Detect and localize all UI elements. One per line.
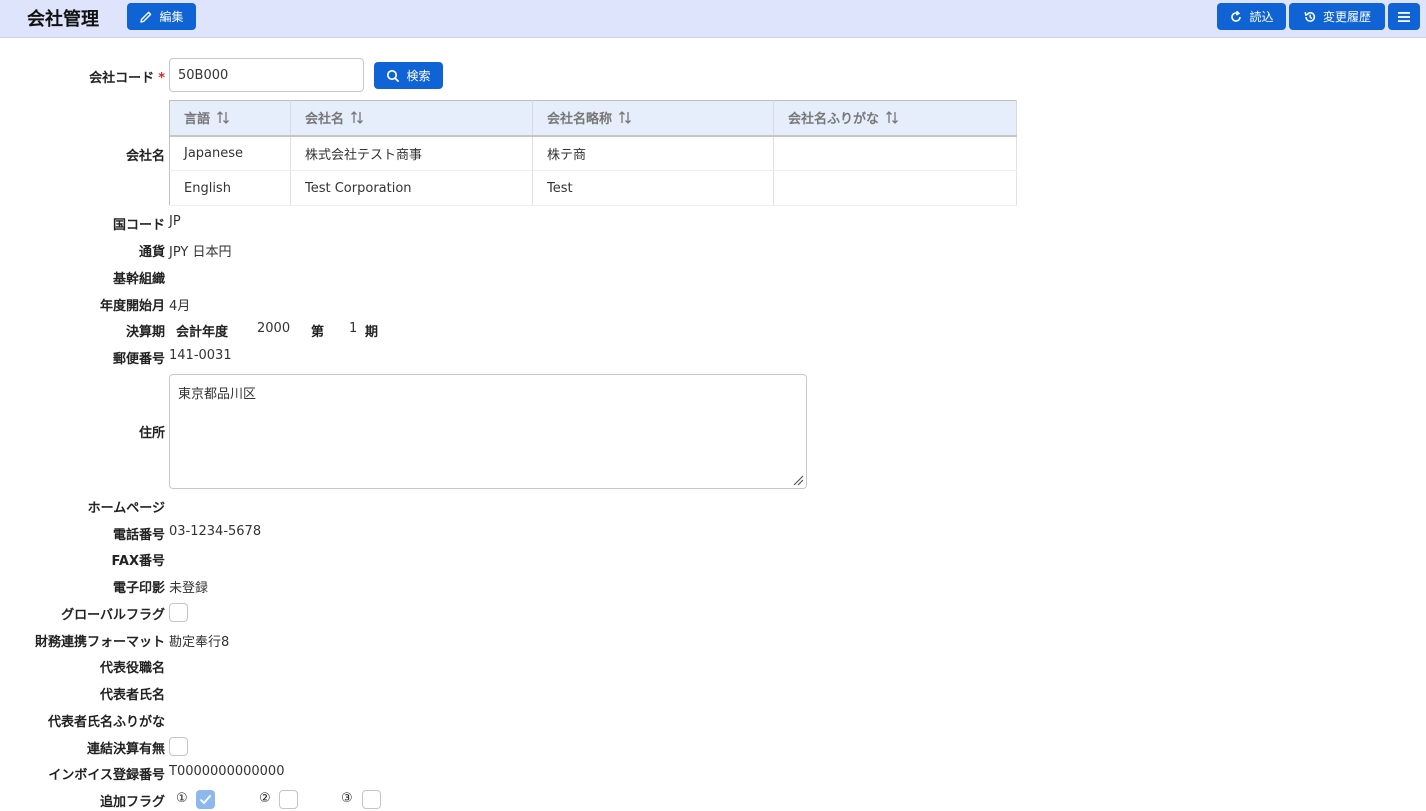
column-header-language[interactable]: 言語: [169, 100, 291, 137]
search-button[interactable]: 検索: [374, 62, 443, 89]
reload-button-label: 読込: [1249, 10, 1274, 24]
edit-button-label: 編集: [159, 10, 184, 24]
edit-button[interactable]: 編集: [127, 3, 196, 30]
currency-label: 通貨: [138, 245, 165, 260]
period-year-value: 2000: [257, 321, 291, 336]
company-name-table: 言語 会社名 会社名略称 会社名ふりがな Japanese 株式会社テスト商事 …: [169, 100, 1017, 206]
required-mark: *: [158, 71, 165, 86]
country-code-value: JP: [169, 214, 181, 229]
cell-short-name: Test: [532, 170, 774, 206]
global-flag-checkbox[interactable]: [169, 603, 188, 622]
search-button-label: 検索: [406, 69, 431, 83]
pencil-icon: [140, 11, 152, 23]
extra-flag-1-checkbox[interactable]: [196, 790, 215, 809]
period-label: 決算期: [125, 325, 165, 340]
address-value: 東京都品川区: [178, 387, 257, 402]
cell-language: English: [169, 170, 291, 206]
address-textarea[interactable]: 東京都品川区: [169, 374, 807, 489]
period-no-label: 第: [311, 325, 325, 340]
finance-format-label: 財務連携フォーマット: [34, 635, 165, 650]
page-title: 会社管理: [27, 9, 99, 30]
cell-company-name: Test Corporation: [290, 170, 533, 206]
period-fy-label: 会計年度: [176, 325, 229, 340]
postal-code-label: 郵便番号: [112, 352, 165, 367]
menu-button[interactable]: [1388, 3, 1420, 30]
phone-value: 03-1234-5678: [169, 524, 262, 539]
resize-handle-icon[interactable]: [793, 475, 804, 486]
consolidated-label: 連結決算有無: [86, 742, 165, 757]
checkmark-icon: [199, 794, 212, 805]
period-no-value: 1: [349, 321, 358, 336]
column-header-short-name[interactable]: 会社名略称: [532, 100, 774, 137]
history-icon: [1304, 11, 1316, 22]
consolidated-checkbox[interactable]: [169, 737, 188, 756]
cell-furigana: [773, 135, 1017, 171]
company-code-input[interactable]: [169, 58, 364, 92]
company-code-label: 会社コード *: [89, 71, 165, 86]
cell-company-name: 株式会社テスト商事: [290, 135, 533, 171]
extra-flag-2-checkbox[interactable]: [279, 790, 298, 809]
extra-flag-3-mark: ③: [341, 791, 353, 806]
invoice-label: インボイス登録番号: [48, 768, 165, 783]
extra-flag-label: 追加フラグ: [99, 795, 165, 810]
cell-furigana: [773, 170, 1017, 206]
sort-icon: [619, 111, 631, 125]
reload-button[interactable]: 読込: [1217, 3, 1286, 30]
rep-title-label: 代表役職名: [99, 661, 165, 676]
sort-icon: [351, 111, 363, 125]
country-code-label: 国コード: [112, 218, 165, 233]
phone-label: 電話番号: [112, 528, 165, 543]
company-name-label: 会社名: [125, 149, 165, 164]
cell-short-name: 株テ商: [532, 135, 774, 171]
rep-kana-label: 代表者氏名ふりがな: [47, 715, 165, 730]
invoice-value: T0000000000000: [169, 764, 285, 779]
fiscal-start-label: 年度開始月: [99, 299, 165, 314]
history-button[interactable]: 変更履歴: [1289, 3, 1385, 30]
column-header-furigana[interactable]: 会社名ふりがな: [773, 100, 1017, 137]
column-header-company-name[interactable]: 会社名: [290, 100, 533, 137]
extra-flag-2-mark: ②: [259, 791, 271, 806]
extra-flag-1-mark: ①: [176, 791, 188, 806]
search-icon: [387, 69, 400, 82]
top-bar: 会社管理 編集 読込 変更履歴: [0, 0, 1426, 38]
hamburger-menu-icon: [1398, 11, 1410, 22]
sort-icon: [886, 111, 898, 125]
period-unit-label: 期: [365, 325, 379, 340]
rep-name-label: 代表者氏名: [99, 688, 165, 703]
currency-value: JPY 日本円: [169, 245, 232, 260]
table-row[interactable]: English Test Corporation Test: [169, 170, 1017, 206]
homepage-label: ホームページ: [87, 501, 165, 516]
refresh-icon: [1231, 10, 1242, 22]
global-flag-label: グローバルフラグ: [61, 608, 165, 623]
finance-format-value: 勘定奉行8: [169, 635, 230, 650]
seal-label: 電子印影: [112, 581, 165, 596]
postal-code-value: 141-0031: [169, 348, 232, 363]
core-org-label: 基幹組織: [112, 272, 165, 287]
seal-value: 未登録: [169, 581, 209, 596]
fiscal-start-value: 4月: [169, 299, 191, 314]
extra-flag-3-checkbox[interactable]: [362, 790, 381, 809]
history-button-label: 変更履歴: [1322, 10, 1371, 24]
address-label: 住所: [138, 426, 165, 441]
fax-label: FAX番号: [111, 554, 165, 569]
table-row[interactable]: Japanese 株式会社テスト商事 株テ商: [169, 135, 1017, 171]
cell-language: Japanese: [169, 135, 291, 171]
sort-icon: [217, 111, 229, 125]
